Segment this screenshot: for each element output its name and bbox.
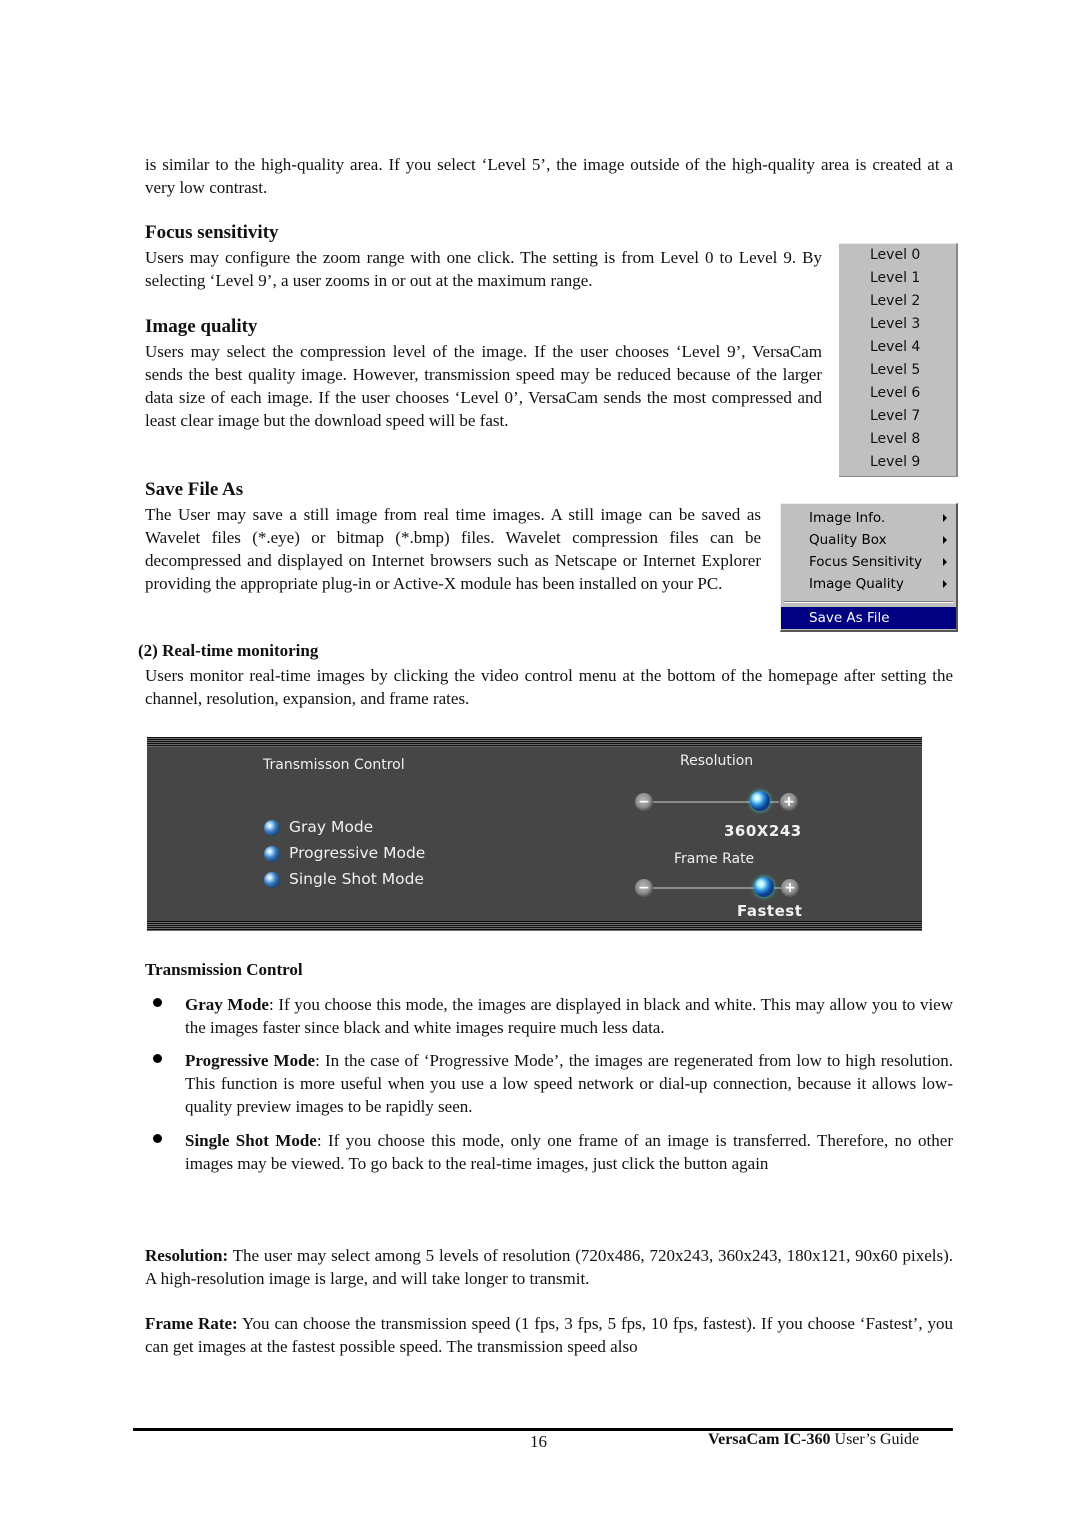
bullet-icon <box>153 998 162 1007</box>
video-control-panel: Transmisson Control Gray Mode Progressiv… <box>147 737 922 931</box>
frame-rate-term: Frame Rate: <box>145 1314 238 1333</box>
save-paragraph: The User may save a still image from rea… <box>145 505 761 593</box>
level-item[interactable]: Level 2 <box>870 290 920 313</box>
quality-paragraph: Users may select the compression level o… <box>145 342 822 430</box>
page-number: 16 <box>530 1432 547 1451</box>
menu-item-label: Image Quality <box>809 576 904 592</box>
level-item[interactable]: Level 8 <box>870 428 920 451</box>
resolution-paragraph: Resolution: The user may select among 5 … <box>145 1244 953 1290</box>
level-item[interactable]: Level 5 <box>870 359 920 382</box>
frame-rate-increase-button[interactable]: + <box>781 879 799 897</box>
frame-rate-paragraph: Frame Rate: You can choose the transmiss… <box>145 1312 953 1358</box>
bullet-term: Progressive Mode <box>185 1051 316 1070</box>
panel-top-border <box>147 737 922 747</box>
focus-heading: Focus sensitivity <box>145 222 279 243</box>
guide-label: User’s Guide <box>830 1431 920 1448</box>
menu-item-quality-box[interactable]: Quality Box <box>781 529 956 551</box>
context-menu: Image Info. Quality Box Focus Sensitivit… <box>780 503 958 632</box>
resolution-term: Resolution: <box>145 1246 229 1265</box>
resolution-increase-button[interactable]: + <box>780 793 798 811</box>
frame-rate-label: Frame Rate <box>674 851 755 867</box>
single-shot-mode-option[interactable]: Single Shot Mode <box>289 870 424 888</box>
level-item[interactable]: Level 9 <box>870 451 920 474</box>
menu-item-image-quality[interactable]: Image Quality <box>781 573 956 595</box>
menu-item-label: Image Info. <box>809 510 886 526</box>
bullet-term: Gray Mode <box>185 995 269 1014</box>
gray-mode-radio-icon[interactable] <box>264 820 280 836</box>
level-item[interactable]: Level 6 <box>870 382 920 405</box>
resolution-decrease-button[interactable]: − <box>635 793 653 811</box>
submenu-arrow-icon <box>943 536 947 544</box>
single-shot-mode-radio-icon[interactable] <box>264 872 280 888</box>
menu-item-image-info[interactable]: Image Info. <box>781 507 956 529</box>
level-item[interactable]: Level 1 <box>870 267 920 290</box>
gray-mode-option[interactable]: Gray Mode <box>289 818 373 836</box>
menu-item-label: Save As File <box>809 610 890 626</box>
gray-mode-item: Gray Mode: If you choose this mode, the … <box>185 993 953 1039</box>
frame-rate-decrease-button[interactable]: − <box>635 879 653 897</box>
frame-rate-value: Fastest <box>737 902 803 920</box>
footer-guide-title: VersaCam IC-360 User’s Guide <box>708 1431 919 1449</box>
single-shot-mode-item: Single Shot Mode: If you choose this mod… <box>185 1129 953 1175</box>
transmission-control-title: Transmisson Control <box>263 757 405 773</box>
bullet-text: : If you choose this mode, the images ar… <box>185 995 953 1037</box>
level-list-menu: Level 0 Level 1 Level 2 Level 3 Level 4 … <box>839 243 958 477</box>
level-item[interactable]: Level 3 <box>870 313 920 336</box>
quality-heading: Image quality <box>145 316 258 337</box>
realtime-heading: (2) Real-time monitoring <box>138 641 319 660</box>
resolution-value: 360X243 <box>724 822 802 840</box>
menu-item-label: Focus Sensitivity <box>809 554 923 570</box>
intro-paragraph: is similar to the high-quality area. If … <box>145 155 953 197</box>
menu-item-label: Quality Box <box>809 532 887 548</box>
bullet-icon <box>153 1134 162 1143</box>
product-name: VersaCam IC-360 <box>708 1431 831 1448</box>
resolution-text: The user may select among 5 levels of re… <box>145 1246 953 1288</box>
realtime-paragraph: Users monitor real-time images by clicki… <box>145 666 953 708</box>
progressive-mode-option[interactable]: Progressive Mode <box>289 844 425 862</box>
panel-bottom-border <box>147 921 922 931</box>
menu-item-save-as-file[interactable]: Save As File <box>781 607 956 629</box>
bullet-icon <box>153 1054 162 1063</box>
transmission-heading: Transmission Control <box>145 960 303 979</box>
level-item[interactable]: Level 7 <box>870 405 920 428</box>
menu-item-focus-sensitivity[interactable]: Focus Sensitivity <box>781 551 956 573</box>
submenu-arrow-icon <box>943 514 947 522</box>
progressive-mode-item: Progressive Mode: In the case of ‘Progre… <box>185 1049 953 1118</box>
menu-separator <box>784 601 953 603</box>
focus-paragraph: Users may configure the zoom range with … <box>145 248 822 290</box>
save-heading: Save File As <box>145 479 244 500</box>
resolution-label: Resolution <box>680 753 754 769</box>
resolution-slider-knob[interactable] <box>750 791 771 811</box>
submenu-arrow-icon <box>943 558 947 566</box>
frame-rate-slider-knob[interactable] <box>754 877 775 897</box>
level-item[interactable]: Level 4 <box>870 336 920 359</box>
frame-rate-text: You can choose the transmission speed (1… <box>145 1314 953 1356</box>
progressive-mode-radio-icon[interactable] <box>264 846 280 862</box>
bullet-term: Single Shot Mode <box>185 1131 317 1150</box>
submenu-arrow-icon <box>943 580 947 588</box>
level-item[interactable]: Level 0 <box>870 244 920 267</box>
